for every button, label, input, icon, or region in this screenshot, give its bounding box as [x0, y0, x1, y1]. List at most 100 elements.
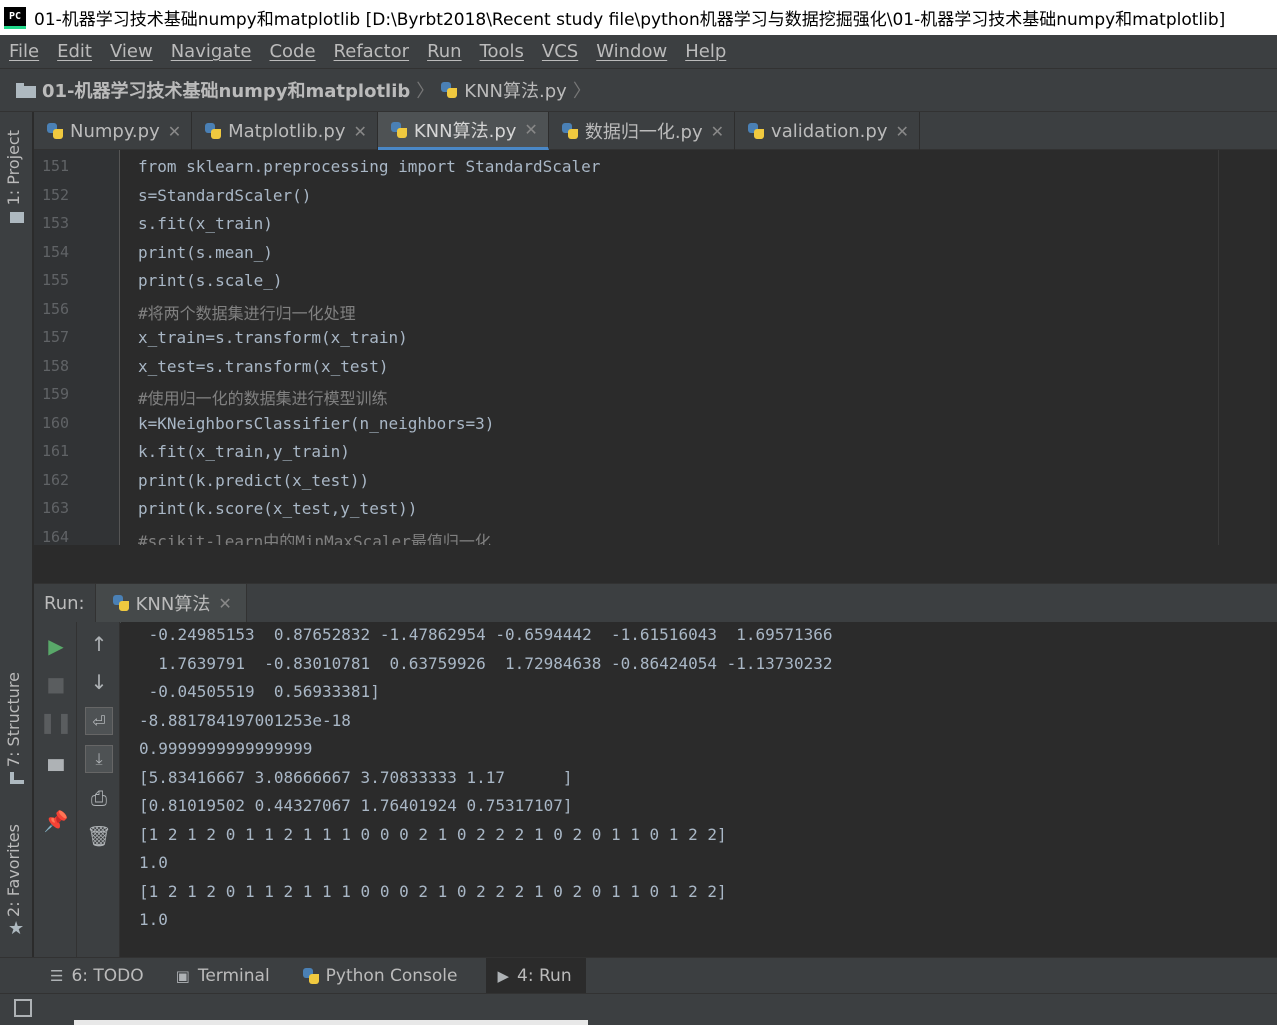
tab-label: KNN算法.py [413, 120, 517, 142]
code-editor[interactable]: 151 152 153 154 155 156 157 158 159 160 161 162 163 1… [34, 150, 1277, 545]
code-line[interactable]: print(k.score(x_test,y_test)) [138, 499, 417, 518]
code-line[interactable]: k.fit(x_train,y_train) [138, 442, 350, 461]
stop-icon[interactable]: ■ [42, 670, 70, 698]
line-number: 152 [42, 185, 70, 204]
console-line: 1.0 [139, 910, 168, 929]
trash-icon[interactable]: 🗑 [85, 822, 113, 850]
pycharm-app-icon: PC [4, 6, 26, 29]
menu-file[interactable]: File [9, 41, 39, 62]
scroll-down-icon[interactable]: ↓ [85, 668, 113, 696]
breadcrumb: 01-机器学习技术基础numpy和matplotlib 〉 KNN算法.py 〉 [0, 68, 1277, 112]
menu-refactor[interactable]: Refactor [334, 41, 410, 62]
soft-wrap-icon[interactable]: ⏎ [85, 707, 113, 735]
run-toolbar: ▶ ■ ❚❚ ▀ 📌 [34, 622, 77, 957]
line-number: 157 [42, 328, 70, 346]
close-icon[interactable]: ✕ [168, 122, 181, 141]
code-line[interactable]: x_train=s.transform(x_train) [138, 328, 408, 347]
line-number: 158 [42, 356, 70, 375]
menu-view[interactable]: View [110, 41, 153, 62]
tab-numpy[interactable]: Numpy.py ✕ [34, 112, 193, 150]
run-console-output[interactable]: -0.24985153 0.87652832 -1.47862954 -0.65… [121, 622, 1277, 957]
rerun-icon[interactable]: ▶ [42, 632, 70, 660]
console-line: 1.7639791 -0.83010781 0.63759926 1.72984… [139, 653, 833, 673]
star-icon: ★ [8, 918, 25, 939]
tool-window-python-console[interactable]: Python Console [298, 958, 472, 994]
run-toolbar-secondary: ↑ ↓ ⏎ ⤓ ⎙ 🗑 [77, 622, 120, 957]
menu-bar: File Edit View Navigate Code Refactor Ru… [0, 35, 1277, 68]
tab-label: Numpy.py [70, 120, 160, 142]
pin-icon[interactable]: 📌 [42, 807, 70, 835]
breadcrumb-file[interactable]: KNN算法.py [464, 77, 567, 103]
tab-matplotlib[interactable]: Matplotlib.py ✕ [192, 112, 378, 150]
code-line[interactable]: #将两个数据集进行归一化处理 [138, 300, 356, 324]
layout-icon[interactable]: ▀ [42, 757, 70, 785]
code-line[interactable]: k=KNeighborsClassifier(n_neighbors=3) [138, 414, 494, 433]
python-console-label: Python Console [325, 965, 458, 986]
menu-edit[interactable]: Edit [57, 41, 92, 62]
print-icon[interactable]: ⎙ [85, 784, 113, 812]
python-file-icon [204, 122, 222, 140]
pause-icon[interactable]: ❚❚ [39, 708, 73, 736]
right-margin-guide [1218, 150, 1219, 545]
project-folder-icon [10, 212, 24, 223]
line-number: 161 [42, 442, 70, 460]
python-file-icon [390, 121, 408, 139]
console-line: -0.04505519 0.56933381] [139, 682, 380, 701]
console-line: -8.881784197001253e-18 [139, 710, 351, 730]
close-icon[interactable]: ✕ [711, 122, 724, 141]
scroll-up-icon[interactable]: ↑ [85, 630, 113, 658]
console-line: [1 2 1 2 0 1 1 2 1 1 1 0 0 0 2 1 0 2 2 2… [139, 824, 727, 844]
console-line: -0.24985153 0.87652832 -1.47862954 -0.65… [139, 625, 833, 644]
code-line[interactable]: s=StandardScaler() [138, 186, 311, 205]
menu-vcs[interactable]: VCS [542, 41, 578, 62]
horizontal-scrollbar[interactable] [74, 1020, 588, 1025]
structure-icon [10, 772, 24, 784]
menu-tools[interactable]: Tools [480, 41, 524, 62]
breadcrumb-project[interactable]: 01-机器学习技术基础numpy和matplotlib [42, 77, 410, 103]
code-line[interactable]: from sklearn.preprocessing import Standa… [138, 157, 600, 176]
code-line[interactable]: #使用归一化的数据集进行模型训练 [138, 385, 388, 409]
close-icon[interactable]: ✕ [218, 594, 231, 613]
menu-help[interactable]: Help [685, 41, 726, 62]
console-line: 0.9999999999999999 [139, 739, 313, 758]
tool-window-terminal[interactable]: ▣ Terminal [172, 958, 284, 994]
menu-navigate[interactable]: Navigate [171, 41, 252, 62]
line-number: 153 [42, 214, 70, 232]
todo-label: 6: TODO [71, 965, 144, 986]
window-title-bar: PC 01-机器学习技术基础numpy和matplotlib [D:\Byrbt… [0, 0, 1277, 35]
tool-window-favorites[interactable]: 2: Favorites [4, 824, 23, 917]
line-number: 162 [42, 470, 70, 489]
tool-window-run[interactable]: ▶ 4: Run [485, 957, 586, 994]
code-line[interactable]: print(k.predict(x_test)) [138, 471, 369, 490]
run-label-bottom: 4: Run [517, 965, 572, 986]
close-icon[interactable]: ✕ [353, 122, 366, 141]
code-line[interactable]: #scikit-learn中的MinMaxScaler最值归一化 [138, 528, 491, 546]
menu-window[interactable]: Window [596, 41, 667, 62]
close-icon[interactable]: ✕ [524, 120, 537, 139]
code-line[interactable]: x_test=s.transform(x_test) [138, 357, 388, 376]
python-file-icon [46, 122, 64, 140]
tab-normalization[interactable]: 数据归一化.py ✕ [549, 112, 736, 150]
menu-run[interactable]: Run [427, 41, 462, 62]
line-number: 163 [42, 499, 70, 517]
code-line[interactable]: print(s.mean_) [138, 243, 273, 262]
run-tab[interactable]: KNN算法 ✕ [94, 583, 247, 623]
line-number: 159 [42, 385, 70, 403]
breadcrumb-separator: 〉 [572, 81, 591, 102]
toggle-tool-windows-icon[interactable] [14, 999, 32, 1017]
scroll-to-end-icon[interactable]: ⤓ [85, 745, 113, 773]
line-number-gutter: 151 152 153 154 155 156 157 158 159 160 161 162 163 1… [34, 150, 120, 545]
console-line: [1 2 1 2 0 1 1 2 1 1 1 0 0 0 2 1 0 2 2 2… [139, 881, 727, 901]
tool-window-project[interactable]: 1: Project [4, 130, 23, 205]
menu-code[interactable]: Code [269, 41, 315, 62]
tool-window-todo[interactable]: ☰ 6: TODO [46, 958, 158, 994]
code-line[interactable]: s.fit(x_train) [138, 214, 273, 233]
tool-window-structure[interactable]: 7: Structure [4, 672, 23, 767]
run-tab-label: KNN算法 [135, 594, 211, 615]
close-icon[interactable]: ✕ [895, 122, 908, 141]
console-line: [0.81019502 0.44327067 1.76401924 0.7531… [139, 796, 573, 815]
tab-knn[interactable]: KNN算法.py ✕ [377, 112, 549, 150]
tab-validation[interactable]: validation.py ✕ [735, 112, 920, 150]
code-line[interactable]: print(s.scale_) [138, 271, 283, 290]
console-line: 1.0 [139, 853, 168, 872]
